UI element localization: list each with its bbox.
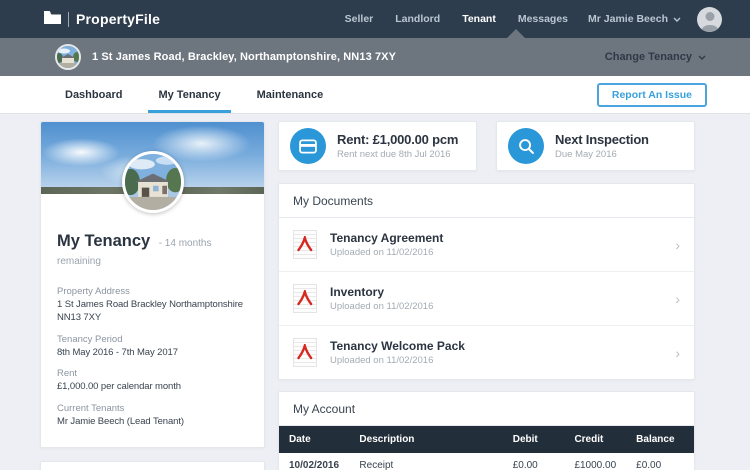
chevron-right-icon: ›	[675, 346, 680, 360]
main-content: My Tenancy - 14 months remaining Propert…	[0, 114, 750, 470]
left-column: My Tenancy - 14 months remaining Propert…	[40, 121, 265, 470]
document-row-tenancy-agreement[interactable]: Tenancy Agreement Uploaded on 11/02/2016…	[279, 218, 694, 272]
account-title: My Account	[279, 392, 694, 426]
tab-maintenance[interactable]: Maintenance	[247, 76, 334, 113]
avatar[interactable]	[697, 7, 722, 32]
tenancy-summary-card: My Tenancy - 14 months remaining Propert…	[40, 121, 265, 448]
banner-image	[41, 122, 264, 194]
active-nav-caret	[507, 29, 525, 38]
next-inspection-card: Next Inspection Due May 2016	[496, 121, 695, 171]
tab-dashboard[interactable]: Dashboard	[55, 76, 132, 113]
rent-summary-card: Rent: £1,000.00 pcm Rent next due 8th Ju…	[278, 121, 477, 171]
chevron-down-icon	[698, 51, 706, 63]
avatar-person-icon	[705, 12, 714, 21]
rent-next-due: Rent next due 8th Jul 2016	[337, 149, 458, 160]
brand-name: PropertyFile	[76, 11, 160, 27]
property-photo-thumb	[55, 44, 81, 70]
property-address: 1 St James Road, Brackley, Northamptonsh…	[92, 51, 396, 63]
my-documents-card: My Documents Tenancy Agreement Uploaded …	[278, 183, 695, 380]
nav-landlord[interactable]: Landlord	[391, 13, 444, 25]
chevron-right-icon: ›	[675, 292, 680, 306]
field-rent: Rent £1,000.00 per calendar month	[57, 368, 248, 394]
report-an-issue-button[interactable]: Report An Issue	[597, 83, 707, 107]
pdf-icon	[293, 338, 317, 367]
deposit-card-title: Deposit Details	[41, 462, 264, 470]
credit-card-icon	[290, 128, 326, 164]
column-credit: Credit	[564, 426, 626, 453]
tenancy-title: My Tenancy	[57, 232, 150, 250]
inspection-title: Next Inspection	[555, 132, 649, 147]
property-photo	[122, 151, 184, 213]
rent-amount: Rent: £1,000.00 pcm	[337, 132, 458, 147]
top-nav: PropertyFile Seller Landlord Tenant Mess…	[0, 0, 750, 38]
pdf-icon	[293, 284, 317, 313]
user-name: Mr Jamie Beech	[588, 13, 668, 25]
chevron-down-icon	[673, 13, 681, 25]
property-bar: 1 St James Road, Brackley, Northamptonsh…	[0, 38, 750, 76]
deposit-details-card: Deposit Details Deposit Amount £1000.00	[40, 461, 265, 470]
top-nav-links: Seller Landlord Tenant Messages Mr Jamie…	[341, 7, 722, 32]
account-table: Date Description Debit Credit Balance 10…	[279, 426, 694, 470]
document-row-inventory[interactable]: Inventory Uploaded on 11/02/2016 ›	[279, 272, 694, 326]
nav-tenant[interactable]: Tenant	[458, 13, 500, 25]
tenancy-heading: My Tenancy - 14 months remaining	[41, 232, 264, 269]
column-balance: Balance	[626, 426, 694, 453]
documents-title: My Documents	[279, 184, 694, 218]
document-row-welcome-pack[interactable]: Tenancy Welcome Pack Uploaded on 11/02/2…	[279, 326, 694, 379]
account-row: 10/02/2016 Receipt £0.00 £1000.00 £0.00	[279, 453, 694, 470]
my-account-card: My Account Date Description Debit Credit…	[278, 391, 695, 470]
pdf-icon	[293, 230, 317, 259]
column-date: Date	[279, 426, 349, 453]
search-icon	[508, 128, 544, 164]
change-tenancy-button[interactable]: Change Tenancy	[605, 51, 706, 63]
column-description: Description	[349, 426, 502, 453]
field-tenancy-period: Tenancy Period 8th May 2016 - 7th May 20…	[57, 334, 248, 360]
nav-seller[interactable]: Seller	[341, 13, 378, 25]
nav-messages[interactable]: Messages	[514, 13, 572, 25]
account-table-header: Date Description Debit Credit Balance	[279, 426, 694, 453]
logo-separator	[68, 12, 69, 27]
summary-cards-row: Rent: £1,000.00 pcm Rent next due 8th Ju…	[278, 121, 695, 171]
user-menu[interactable]: Mr Jamie Beech	[586, 13, 683, 25]
right-column: Rent: £1,000.00 pcm Rent next due 8th Ju…	[278, 121, 695, 470]
tenancy-fields: Property Address 1 St James Road Brackle…	[41, 269, 264, 447]
tab-bar: Dashboard My Tenancy Maintenance Report …	[0, 76, 750, 114]
chevron-right-icon: ›	[675, 238, 680, 252]
folder-icon	[44, 11, 61, 27]
inspection-due: Due May 2016	[555, 149, 649, 160]
field-property-address: Property Address 1 St James Road Brackle…	[57, 286, 248, 325]
tab-my-tenancy[interactable]: My Tenancy	[148, 76, 230, 113]
column-debit: Debit	[503, 426, 565, 453]
field-current-tenants: Current Tenants Mr Jamie Beech (Lead Ten…	[57, 403, 248, 429]
brand-logo[interactable]: PropertyFile	[44, 11, 160, 27]
